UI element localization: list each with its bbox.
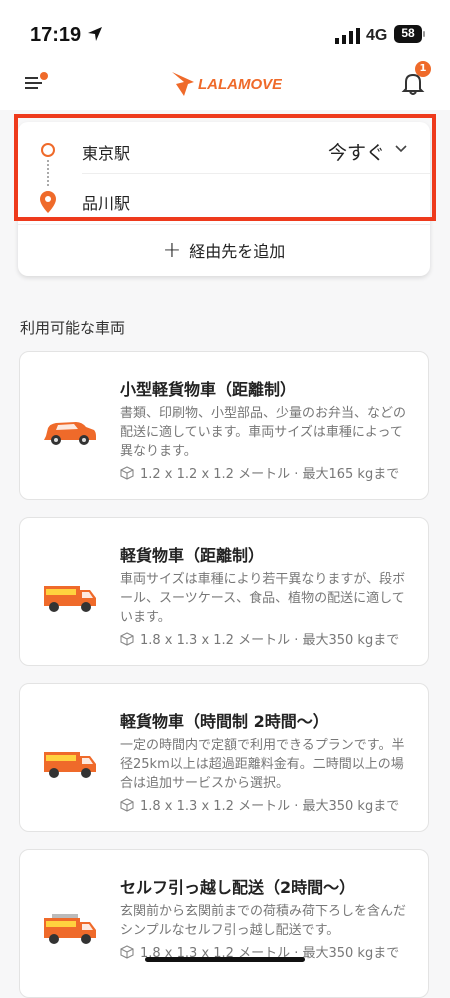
network-type: 4G [366, 27, 388, 44]
section-title: 利用可能な車両 [20, 319, 126, 337]
menu-icon[interactable] [24, 70, 50, 96]
vehicle-spec: 1.8 x 1.3 x 1.2 メートル · 最大350 kgまで [120, 795, 399, 814]
vehicle-card-small[interactable]: 小型軽貨物車（距離制） 書類、印刷物、小型部品、少量のお弁当、などの配送に適して… [19, 351, 429, 500]
vehicle-card-hourly-van[interactable]: 軽貨物車（時間制 2時間〜） 一定の時間内で定額で利用できるプランです。半径25… [19, 683, 429, 832]
notification-badge: 1 [415, 61, 431, 77]
box-icon [120, 465, 134, 480]
box-icon [120, 944, 134, 959]
vehicle-spec-text: 1.8 x 1.3 x 1.2 メートル · 最大350 kgまで [140, 633, 400, 648]
vehicle-title: 軽貨物車（距離制） [120, 546, 265, 565]
box-icon [120, 631, 134, 646]
moving-truck-icon [44, 914, 96, 944]
vehicle-spec: 1.8 x 1.3 x 1.2 メートル · 最大350 kgまで [120, 629, 399, 648]
small-car-icon [44, 422, 96, 445]
home-indicator[interactable] [145, 957, 305, 962]
vehicle-description: 書類、印刷物、小型部品、少量のお弁当、などの配送に適しています。車両サイズは車種… [120, 406, 407, 459]
vehicle-title: 小型軽貨物車（距離制） [120, 380, 297, 399]
van-icon [44, 752, 96, 778]
vehicle-spec-text: 1.2 x 1.2 x 1.2 メートル · 最大165 kgまで [140, 467, 400, 482]
add-stop-button[interactable]: + 経由先を追加 [18, 228, 430, 272]
status-time: 17:19 [30, 24, 82, 46]
signal-icon [335, 28, 360, 44]
battery-level: 58 [401, 26, 415, 40]
divider [18, 224, 430, 225]
vehicle-title: セルフ引っ越し配送（2時間〜） [120, 878, 356, 897]
vehicle-description: 車両サイズは車種により若干異なりますが、段ボール、スーツケース、食品、植物の配送… [120, 572, 406, 625]
vehicle-spec: 1.2 x 1.2 x 1.2 メートル · 最大165 kgまで [120, 463, 399, 482]
box-icon [120, 797, 134, 812]
vehicle-card-light-van[interactable]: 軽貨物車（距離制） 車両サイズは車種により若干異なりますが、段ボール、スーツケー… [19, 517, 429, 666]
location-arrow-icon [88, 27, 102, 41]
vehicle-description: 玄関前から玄関前までの荷積み荷下ろしを含んだシンプルなセルフ引っ越し配送です。 [120, 904, 407, 938]
app-header: LALAMOVE 1 [0, 58, 450, 110]
lalamove-logo: LALAMOVE [172, 72, 282, 96]
vehicle-card-self-moving[interactable]: セルフ引っ越し配送（2時間〜） 玄関前から玄関前までの荷積み荷下ろしを含んだシン… [19, 849, 429, 998]
plus-icon: + [162, 237, 182, 263]
vehicle-description: 一定の時間内で定額で利用できるプランです。半径25km以上は超過距離料金有。二時… [120, 738, 405, 791]
highlight-box [14, 114, 436, 221]
logo-text: LALAMOVE [198, 76, 282, 93]
status-bar: 17:19 4G 58 [0, 0, 450, 58]
vehicle-spec-text: 1.8 x 1.3 x 1.2 メートル · 最大350 kgまで [140, 799, 400, 814]
vehicle-title: 軽貨物車（時間制 2時間〜） [120, 712, 329, 731]
van-icon [44, 586, 96, 612]
add-stop-label: 経由先を追加 [189, 242, 286, 261]
